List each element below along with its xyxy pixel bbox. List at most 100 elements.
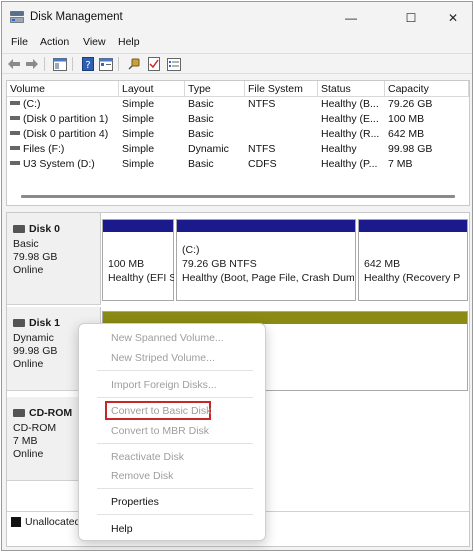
console-tree-icon	[53, 57, 67, 71]
checklist-button[interactable]	[146, 56, 162, 72]
column-header-type[interactable]: Type	[185, 81, 245, 97]
menu-file[interactable]: File	[11, 36, 28, 48]
table-row[interactable]: U3 System (D:) Simple Basic CDFS Healthy…	[7, 157, 469, 172]
status-cell: Healthy (P...	[321, 158, 378, 170]
volume-list-view[interactable]: Volume Layout Type File System Status Ca…	[6, 80, 470, 206]
toolbar-separator	[44, 57, 45, 71]
volume-name-cell: U3 System (D:)	[10, 157, 118, 172]
disk-0-partition-efi[interactable]: 100 MB Healthy (EFI S	[102, 219, 174, 301]
volume-icon	[10, 131, 20, 136]
menu-bar: File Action View Help	[2, 33, 472, 52]
table-row[interactable]: (C:) Simple Basic NTFS Healthy (B... 79.…	[7, 97, 469, 112]
menu-item-new-spanned-volume[interactable]: New Spanned Volume...	[111, 332, 224, 344]
status-cell: Healthy (R...	[321, 128, 380, 140]
maximize-button[interactable]: ☐	[391, 6, 431, 30]
column-header-volume[interactable]: Volume	[7, 81, 119, 97]
layout-cell: Simple	[122, 128, 155, 140]
menu-item-import-foreign-disks[interactable]: Import Foreign Disks...	[111, 379, 217, 391]
help-button[interactable]: ?	[80, 56, 96, 72]
partition-size: 642 MB	[364, 258, 401, 270]
forward-arrow-icon	[26, 59, 38, 69]
type-cell: Dynamic	[188, 143, 229, 155]
capacity-cell: 99.98 GB	[388, 143, 433, 155]
plug-icon	[128, 58, 140, 70]
checklist-icon	[148, 57, 160, 71]
status-cell: Healthy	[321, 143, 357, 155]
type-cell: Basic	[188, 158, 214, 170]
disk-0-type: Basic	[13, 238, 39, 250]
view-list-button[interactable]	[166, 56, 182, 72]
connect-button[interactable]	[126, 56, 142, 72]
menu-item-reactivate-disk[interactable]: Reactivate Disk	[111, 451, 184, 463]
volume-icon	[10, 116, 20, 121]
volume-name: U3 System (D:)	[23, 158, 95, 170]
show-hide-console-tree-button[interactable]	[52, 56, 68, 72]
menu-separator	[97, 397, 253, 398]
close-button[interactable]: ✕	[433, 6, 472, 30]
disk-management-window: Disk Management — ☐ ✕ File Action View H…	[1, 1, 473, 551]
menu-help[interactable]: Help	[118, 36, 140, 48]
column-header-capacity[interactable]: Capacity	[385, 81, 469, 97]
help-book-icon: ?	[82, 57, 94, 71]
toolbar: ?	[2, 53, 472, 74]
layout-cell: Simple	[122, 143, 155, 155]
volume-name-cell: (Disk 0 partition 4)	[10, 127, 118, 142]
partition-size: 79.26 GB NTFS	[182, 258, 257, 270]
menu-item-help[interactable]: Help	[111, 523, 133, 535]
partition-status: Healthy (Recovery P	[364, 272, 461, 284]
properties-button[interactable]	[98, 56, 114, 72]
disk-0-title: Disk 0	[13, 223, 100, 235]
minimize-icon: —	[345, 11, 357, 25]
disk-0-size: 79.98 GB	[13, 251, 58, 263]
volume-name-cell: (Disk 0 partition 1)	[10, 112, 118, 127]
volume-name: Files (F:)	[23, 143, 65, 155]
menu-item-properties[interactable]: Properties	[111, 496, 159, 508]
partition-status: Healthy (Boot, Page File, Crash Dump	[182, 272, 354, 284]
menu-view[interactable]: View	[83, 36, 106, 48]
menu-item-convert-to-mbr-disk[interactable]: Convert to MBR Disk	[111, 425, 209, 437]
table-row[interactable]: (Disk 0 partition 4) Simple Basic Health…	[7, 127, 469, 142]
layout-cell: Simple	[122, 113, 155, 125]
toolbar-separator	[118, 57, 119, 71]
column-header-status[interactable]: Status	[318, 81, 385, 97]
cdrom-name: CD-ROM	[29, 407, 73, 419]
table-row[interactable]: (Disk 0 partition 1) Simple Basic Health…	[7, 112, 469, 127]
capacity-cell: 79.26 GB	[388, 98, 433, 110]
disk-0-info[interactable]: Disk 0 Basic 79.98 GB Online	[7, 213, 101, 305]
disk-0-name: Disk 0	[29, 223, 60, 235]
disk-0-partition-recovery[interactable]: 642 MB Healthy (Recovery P	[358, 219, 468, 301]
disk-context-menu: New Spanned Volume... New Striped Volume…	[78, 323, 266, 541]
menu-action[interactable]: Action	[40, 36, 69, 48]
disk-0-partition-c[interactable]: (C:) 79.26 GB NTFS Healthy (Boot, Page F…	[176, 219, 356, 301]
svg-text:?: ?	[85, 60, 90, 71]
title-bar[interactable]: Disk Management — ☐ ✕	[2, 2, 472, 33]
menu-item-remove-disk[interactable]: Remove Disk	[111, 470, 173, 482]
horizontal-scrollbar[interactable]	[21, 195, 455, 198]
file-system-cell: NTFS	[248, 143, 276, 155]
cd-volume-icon	[10, 161, 20, 166]
volume-name: (Disk 0 partition 1)	[23, 113, 109, 125]
column-header-file-system[interactable]: File System	[245, 81, 318, 97]
legend-unallocated: Unallocated	[25, 516, 81, 528]
disk-0-status: Online	[13, 264, 44, 276]
menu-separator	[97, 514, 253, 515]
volume-name: (Disk 0 partition 4)	[23, 128, 109, 140]
primary-partition-bar	[103, 220, 173, 232]
file-system-cell: NTFS	[248, 98, 276, 110]
partition-size: 100 MB	[108, 258, 145, 270]
disk-management-app-icon	[10, 11, 24, 23]
forward-button[interactable]	[24, 56, 40, 72]
partition-title: (C:)	[182, 244, 200, 256]
toolbar-separator	[72, 57, 73, 71]
menu-item-convert-to-basic-disk[interactable]: Convert to Basic Disk	[111, 405, 211, 417]
layout-cell: Simple	[122, 98, 155, 110]
disk-icon	[13, 225, 25, 233]
layout-cell: Simple	[122, 158, 155, 170]
partition-status: Healthy (EFI S	[108, 272, 174, 284]
menu-item-new-striped-volume[interactable]: New Striped Volume...	[111, 352, 215, 364]
table-row[interactable]: Files (F:) Simple Dynamic NTFS Healthy 9…	[7, 142, 469, 157]
column-header-layout[interactable]: Layout	[119, 81, 185, 97]
back-button[interactable]	[6, 56, 22, 72]
minimize-button[interactable]: —	[331, 6, 371, 30]
close-icon: ✕	[447, 11, 459, 25]
